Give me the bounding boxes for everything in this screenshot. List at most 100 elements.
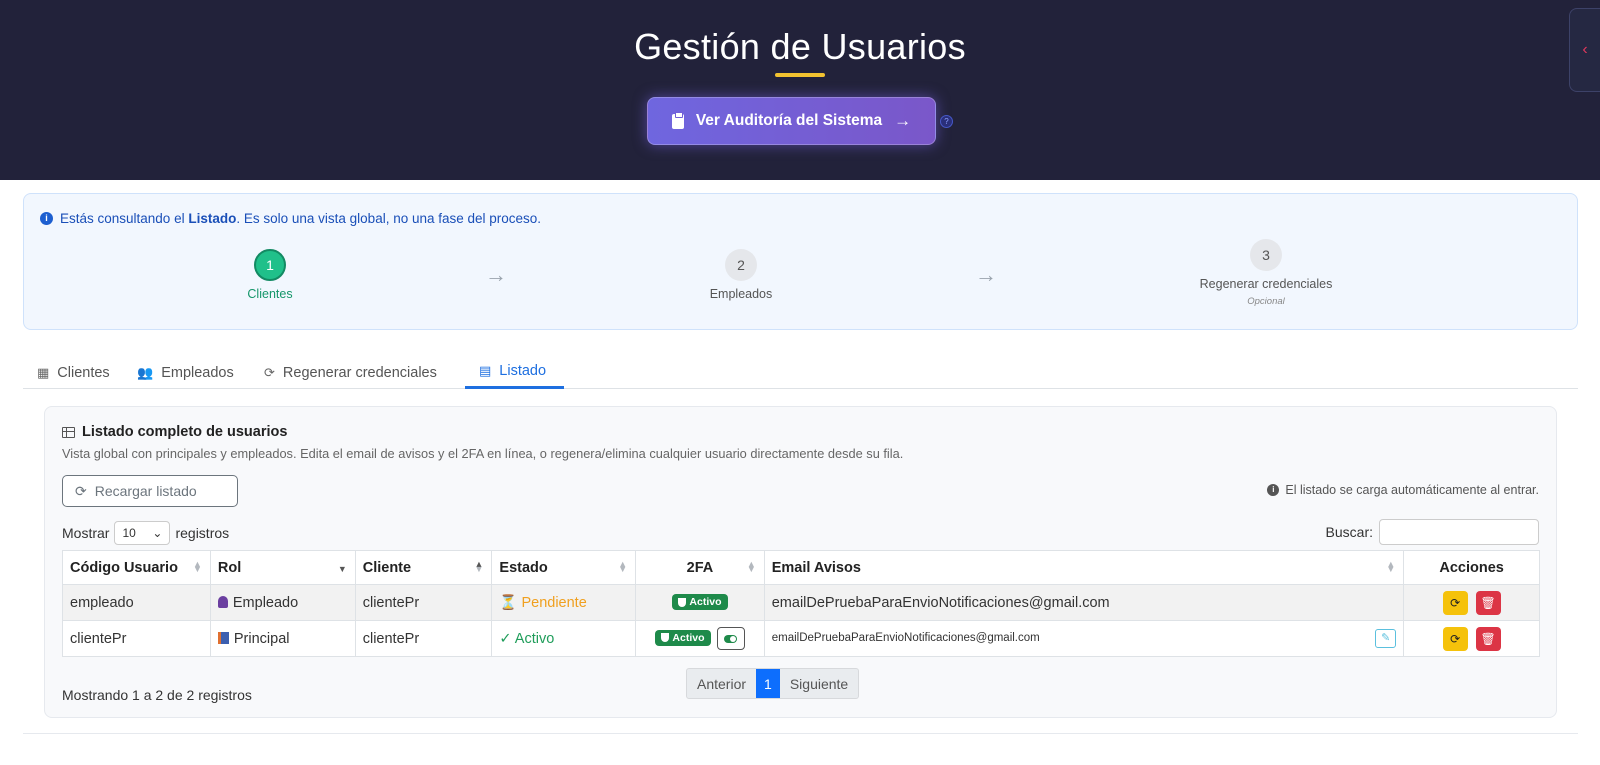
cell-2fa: Activo	[635, 620, 765, 657]
cell-email: emailDePruebaParaEnvioNotificaciones@gma…	[763, 620, 1405, 657]
table-icon: ▤	[479, 363, 492, 378]
step-arrow-icon: →	[975, 262, 997, 287]
pager-next[interactable]: Siguiente	[780, 669, 858, 698]
search-input[interactable]	[1379, 519, 1539, 545]
auto-load-note: i El listado se carga automáticamente al…	[1267, 483, 1539, 497]
cell-email: emailDePruebaParaEnvioNotificaciones@gma…	[763, 584, 1405, 621]
reload-label: Recargar listado	[94, 483, 197, 499]
list-description: Vista global con principales y empleados…	[62, 446, 904, 461]
cell-rol: Empleado	[209, 584, 356, 621]
step-label: Clientes	[247, 287, 293, 301]
building-icon: ▦	[37, 364, 50, 380]
step-number: 1	[254, 249, 286, 281]
email-text: emailDePruebaParaEnvioNotificaciones@gma…	[771, 632, 1040, 644]
sort-icon: ▲ ▼	[618, 559, 628, 574]
cell-cliente: clientePr	[354, 584, 493, 621]
table-info: Mostrando 1 a 2 de 2 registros	[62, 687, 252, 703]
users-icon: 👥	[137, 364, 154, 380]
page-length-select[interactable]: 10 ⌄	[114, 521, 171, 545]
search-control: Buscar:	[1326, 519, 1539, 545]
column-header-codigo[interactable]: Código Usuario ▲ ▼	[62, 550, 211, 585]
delete-button[interactable]: 🗑	[1475, 590, 1501, 615]
step-regenerar: 3 Regenerar credenciales Opcional	[1166, 239, 1366, 307]
divider	[23, 733, 1578, 734]
help-icon[interactable]: ?	[940, 115, 953, 128]
hourglass-icon: ⏳	[499, 595, 518, 611]
shield-icon	[678, 597, 687, 607]
shield-icon	[661, 633, 670, 643]
cell-codigo: empleado	[62, 584, 211, 621]
edit-email-button[interactable]: ✎	[1375, 629, 1397, 648]
cell-cliente: clientePr	[354, 620, 493, 657]
cell-estado: ✓ Activo	[491, 620, 637, 657]
twofa-badge: Activo	[672, 594, 728, 611]
arrow-right-icon: →	[894, 111, 912, 130]
sync-icon: ⟳	[264, 364, 275, 380]
cell-2fa: Activo	[635, 584, 765, 621]
tab-label: Regenerar credenciales	[282, 364, 437, 381]
column-header-acciones: Acciones	[1403, 550, 1540, 585]
cell-acciones: ⟳ 🗑	[1403, 620, 1540, 657]
toggle-2fa-button[interactable]	[716, 627, 745, 650]
tab-empleados[interactable]: 👥 Empleados	[123, 356, 248, 389]
records-label: registros	[175, 525, 230, 541]
tab-listado[interactable]: ▤ Listado	[465, 356, 564, 389]
page-length-control: Mostrar 10 ⌄ registros	[62, 521, 229, 545]
tab-regenerar[interactable]: ⟳ Regenerar credenciales	[250, 356, 451, 389]
show-label: Mostrar	[62, 525, 110, 541]
list-title: Listado completo de usuarios	[62, 424, 287, 440]
table-icon	[62, 426, 75, 438]
column-header-estado[interactable]: Estado ▲ ▼	[491, 550, 637, 585]
step-clientes: 1 Clientes	[220, 249, 320, 301]
sort-desc-icon: ▼	[337, 564, 347, 574]
tab-bar: ▦ Clientes 👥 Empleados ⟳ Regenerar crede…	[23, 356, 1578, 389]
users-list-card: Listado completo de usuarios Vista globa…	[44, 406, 1557, 718]
side-panel-toggle[interactable]: ‹	[1569, 8, 1600, 92]
table-row: clientePr Principal clientePr ✓ Activo A…	[62, 620, 1540, 657]
page-title: Gestión de Usuarios	[634, 26, 966, 67]
clipboard-icon	[671, 111, 684, 129]
tab-clientes[interactable]: ▦ Clientes	[23, 356, 124, 389]
person-icon	[217, 595, 228, 608]
process-info-box: i Estás consultando el Listado. Es solo …	[23, 193, 1578, 330]
pager-page-1[interactable]: 1	[756, 669, 780, 698]
column-header-email[interactable]: Email Avisos ▲ ▼	[763, 550, 1405, 585]
auto-load-text: El listado se carga automáticamente al e…	[1285, 483, 1539, 497]
regenerate-button[interactable]: ⟳	[1442, 590, 1468, 615]
step-number: 3	[1250, 239, 1282, 271]
toggle-on-icon	[724, 634, 738, 643]
step-label: Regenerar credenciales	[1199, 277, 1333, 291]
sort-icon: ▲ ▼	[746, 559, 756, 574]
info-suffix: . Es solo una vista global, no una fase …	[236, 211, 542, 226]
chevron-down-icon: ⌄	[152, 526, 163, 540]
info-message: i Estás consultando el Listado. Es solo …	[40, 211, 541, 226]
cell-estado: ⏳ Pendiente	[491, 584, 637, 621]
column-header-rol[interactable]: Rol ▼	[209, 550, 356, 585]
title-underline	[775, 73, 825, 77]
sort-asc-icon: ▲ ▼	[474, 559, 484, 574]
pagination: Anterior 1 Siguiente	[686, 668, 860, 699]
tab-label: Listado	[499, 363, 547, 379]
cell-acciones: ⟳ 🗑	[1403, 584, 1540, 621]
step-empleados: 2 Empleados	[691, 249, 791, 301]
step-label: Empleados	[709, 287, 773, 301]
main-content: i Estás consultando el Listado. Es solo …	[0, 180, 1600, 765]
page-length-value: 10	[122, 526, 136, 540]
info-icon: i	[40, 212, 53, 225]
users-table: Código Usuario ▲ ▼ Rol ▼ Cliente ▲ ▼ Estado ▲ ▼…	[62, 550, 1540, 657]
building-icon	[217, 631, 229, 644]
pager-prev[interactable]: Anterior	[687, 669, 756, 698]
cell-rol: Principal	[209, 620, 356, 657]
regenerate-button[interactable]: ⟳	[1442, 626, 1468, 651]
page-header: Gestión de Usuarios Ver Auditoría del Si…	[0, 0, 1600, 180]
table-row: empleado Empleado clientePr ⏳ Pendiente A…	[62, 584, 1540, 621]
delete-button[interactable]: 🗑	[1475, 626, 1501, 651]
sort-icon: ▲ ▼	[1386, 559, 1396, 574]
search-label: Buscar:	[1325, 524, 1373, 540]
step-optional-note: Opcional	[1247, 296, 1285, 307]
column-header-cliente[interactable]: Cliente ▲ ▼	[354, 550, 493, 585]
column-header-2fa[interactable]: 2FA ▲ ▼	[635, 550, 765, 585]
reload-list-button[interactable]: ⟳ Recargar listado	[62, 475, 238, 507]
tab-label: Clientes	[57, 364, 110, 381]
audit-button[interactable]: Ver Auditoría del Sistema →	[647, 97, 936, 145]
